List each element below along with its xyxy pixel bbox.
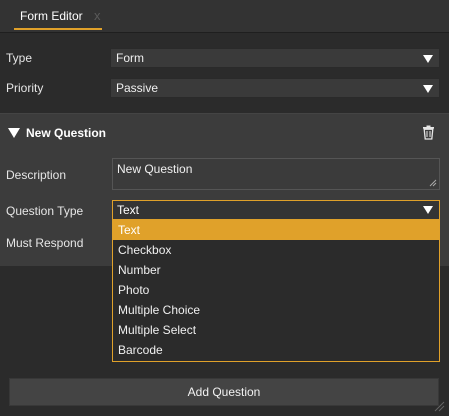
tab-label: Form Editor [20, 9, 83, 23]
question-type-dropdown: Text Checkbox Number Photo Multiple Choi… [112, 219, 440, 362]
dropdown-option[interactable]: Number [113, 260, 439, 280]
must-respond-label: Must Respond [6, 236, 84, 250]
description-field[interactable]: New Question [112, 158, 440, 190]
close-icon[interactable]: x [94, 8, 101, 23]
resize-handle-icon[interactable] [429, 179, 437, 187]
dropdown-option[interactable]: Photo [113, 280, 439, 300]
type-select[interactable]: Form [110, 48, 440, 68]
dropdown-option[interactable]: Checkbox [113, 240, 439, 260]
tab-active-indicator [14, 28, 102, 30]
collapse-arrow-icon[interactable] [8, 128, 20, 138]
dropdown-option[interactable]: Barcode [113, 340, 439, 360]
question-type-label: Question Type [6, 204, 84, 218]
resize-grip-icon[interactable] [433, 400, 445, 412]
dropdown-option[interactable]: Multiple Choice [113, 300, 439, 320]
priority-select[interactable]: Passive [110, 78, 440, 98]
dropdown-option[interactable]: Text [113, 220, 439, 240]
priority-label: Priority [6, 81, 44, 95]
type-label: Type [6, 51, 33, 65]
question-type-select[interactable]: Text [112, 200, 440, 220]
chevron-down-icon [423, 55, 433, 63]
description-value: New Question [117, 162, 193, 176]
add-question-button[interactable]: Add Question [9, 378, 439, 406]
question-type-value: Text [117, 203, 140, 217]
dropdown-option[interactable]: Multiple Select [113, 320, 439, 340]
tab-form-editor[interactable]: Form Editor x [6, 0, 102, 30]
tab-bar: Form Editor x [0, 0, 449, 33]
question-section-title: New Question [26, 126, 107, 140]
form-properties [0, 33, 449, 113]
type-select-value: Form [116, 51, 144, 65]
priority-select-value: Passive [116, 81, 159, 95]
chevron-down-icon [423, 206, 433, 214]
chevron-down-icon [423, 85, 433, 93]
trash-icon[interactable] [421, 125, 436, 140]
description-label: Description [6, 168, 67, 182]
